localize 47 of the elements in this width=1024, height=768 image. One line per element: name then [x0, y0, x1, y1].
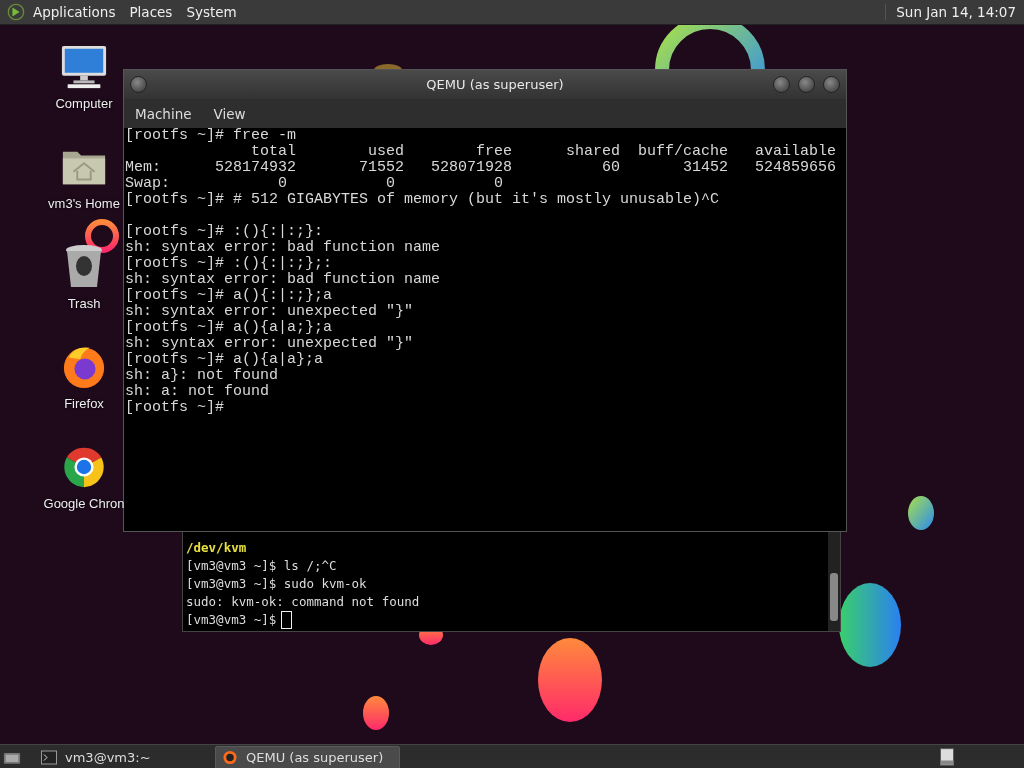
taskbar-button[interactable]: vm3@vm3:~ — [35, 746, 201, 768]
console-line: sh: syntax error: unexpected "}" — [125, 304, 415, 320]
console-line: [rootfs ~]# # 512 GIGABYTES of memory (but it's mostly unusable)^C — [125, 192, 721, 208]
panel-menu[interactable]: Applications — [33, 4, 116, 20]
terminal-line: sudo: kvm-ok: command not found — [186, 593, 421, 611]
desktop-icon-label[interactable]: vm3's Home — [48, 196, 120, 211]
terminal-line: [vm3@vm3 ~]$ ls /;^C — [186, 557, 338, 575]
console-line: [rootfs ~]# a(){a|a};a — [125, 352, 325, 368]
clock[interactable]: Sun Jan 14, 14:07 — [885, 4, 1016, 20]
console-line: Swap: 0 0 0 — [125, 176, 505, 192]
taskbar-button[interactable]: QEMU (as superuser) — [215, 745, 401, 768]
console-line: [rootfs ~]# a(){:|:;};a — [125, 288, 334, 304]
maximize-button[interactable] — [798, 76, 815, 93]
console-line: sh: a: not found — [125, 384, 271, 400]
console-line: [rootfs ~]# — [125, 400, 226, 416]
minimize-button[interactable] — [773, 76, 790, 93]
scroll-thumb[interactable] — [830, 573, 838, 621]
console-line: sh: syntax error: unexpected "}" — [125, 336, 415, 352]
console-line: [rootfs ~]# free -m — [125, 128, 298, 144]
console-line: [rootfs ~]# :(){:|:;}: — [125, 224, 325, 240]
scrollbar[interactable] — [828, 531, 840, 631]
console-line: total used free shared buff/cache available — [250, 144, 838, 160]
console-line: [rootfs ~]# a(){a|a;};a — [125, 320, 334, 336]
text-cursor — [281, 611, 293, 629]
terminal-prompt: [vm3@vm3 ~]$ — [186, 611, 277, 629]
console-line: Mem: 528174932 71552 528071928 60 31452 524859656 — [125, 160, 838, 176]
workspace-icon[interactable] — [940, 748, 954, 766]
console-line: sh: a}: not found — [125, 368, 280, 384]
window-title: QEMU (as superuser) — [425, 77, 565, 92]
desktop-icon-label[interactable]: Firefox — [64, 396, 104, 411]
console-line: [rootfs ~]# :(){:|:;};: — [125, 256, 334, 272]
play-logo-icon[interactable] — [7, 3, 25, 21]
terminal-line: /dev/kvm — [186, 539, 248, 557]
desktop-icon-label[interactable]: Trash — [67, 296, 101, 311]
desktop-icon-label[interactable]: Google Chron — [43, 496, 125, 511]
computer-icon[interactable] — [60, 44, 108, 90]
menu-item[interactable]: Machine — [135, 105, 192, 122]
terminal-line: [vm3@vm3 ~]$ sudo kvm-ok — [186, 575, 368, 593]
menu-item[interactable]: View — [213, 105, 246, 122]
window-menu-button[interactable] — [130, 76, 147, 93]
desktop-icon-label[interactable]: Computer — [55, 96, 113, 111]
panel-menu[interactable]: System — [186, 4, 237, 20]
panel-menu[interactable]: Places — [129, 4, 173, 20]
console-line: sh: syntax error: bad function name — [125, 272, 442, 288]
console-line: sh: syntax error: bad function name — [125, 240, 442, 256]
close-button[interactable] — [823, 76, 840, 93]
terminal-icon — [41, 749, 57, 765]
